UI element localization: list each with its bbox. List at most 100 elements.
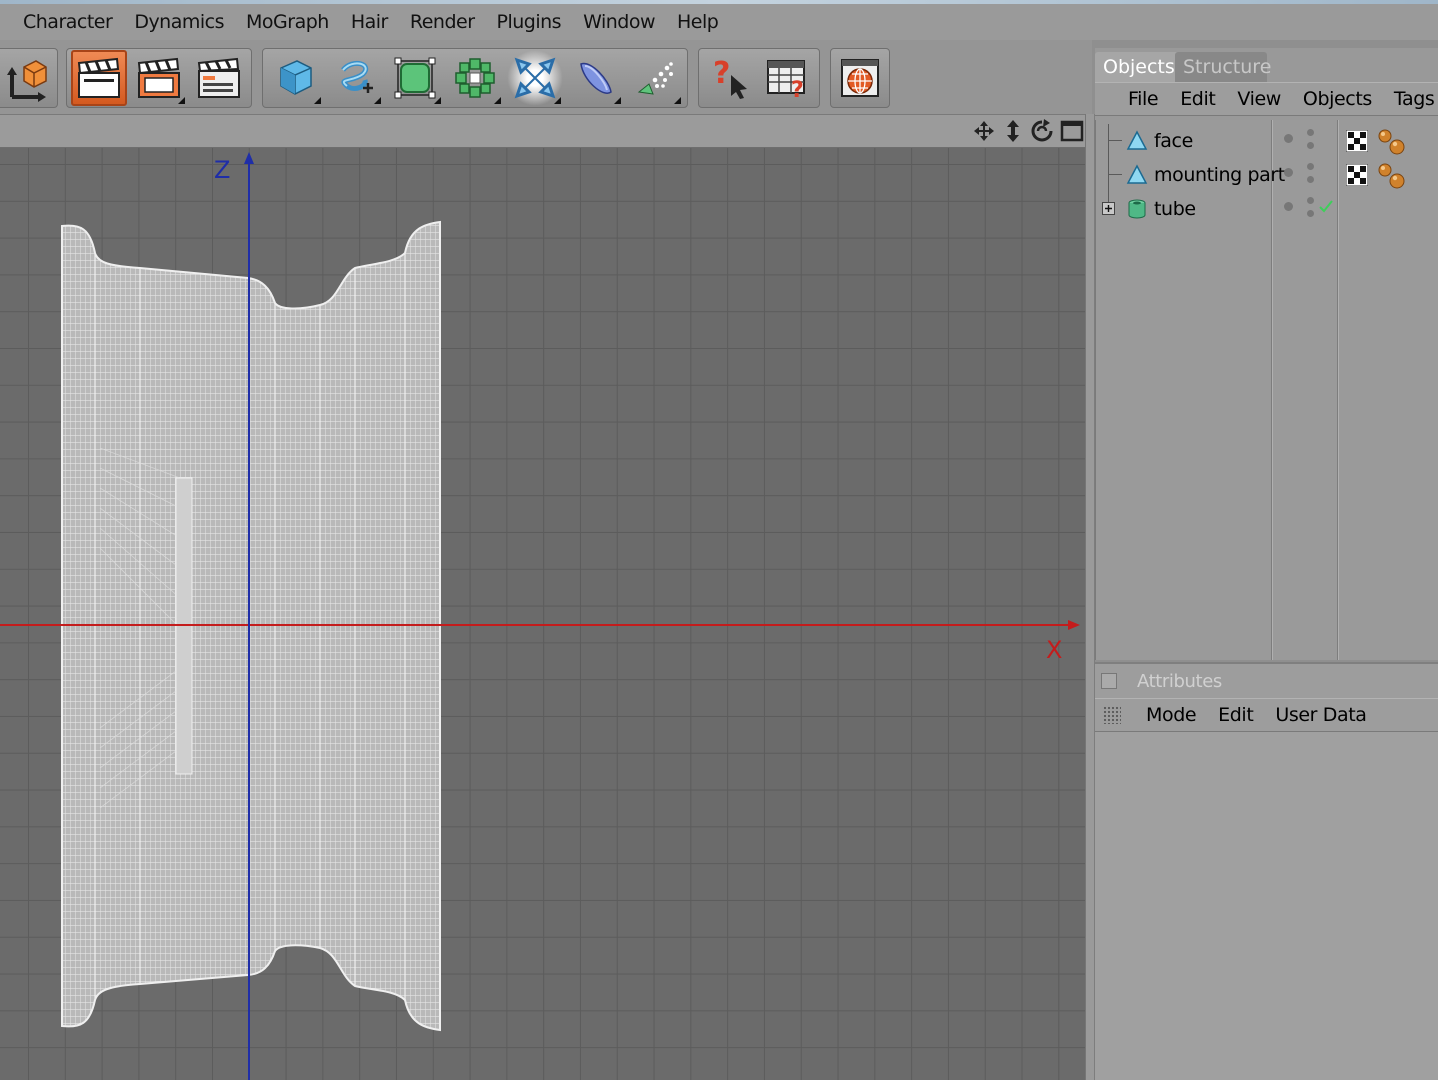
object-name[interactable]: tube [1154,198,1196,220]
main-menubar: Character Dynamics MoGraph Hair Render P… [0,4,1438,40]
render-visibility-dot[interactable] [1307,176,1314,183]
objects-menubar: File Edit View Objects Tags [1095,82,1438,116]
viewport-scene [0,152,1080,1080]
z-axis-label: Z [214,156,231,184]
render-visibility-dot[interactable] [1307,142,1314,149]
object-name[interactable]: face [1154,130,1193,152]
submenu-arrow-icon [434,97,441,104]
x-axis-arrow [1068,620,1080,630]
editor-visibility-dot[interactable] [1307,163,1314,170]
menu-plugins[interactable]: Plugins [486,11,573,33]
attributes-panel: Attributes Mode Edit User Data [1095,662,1438,1080]
subdivision-surface-button[interactable] [387,50,443,106]
material-tag-icon[interactable] [1346,130,1368,152]
menu-mograph[interactable]: MoGraph [235,11,340,33]
objects-menu-file[interactable]: File [1117,88,1169,110]
move-icon[interactable] [972,119,996,143]
menu-hair[interactable]: Hair [340,11,399,33]
object-row-face[interactable]: face [1096,124,1438,158]
editor-visibility-dot[interactable] [1284,202,1293,211]
tab-structure[interactable]: Structure [1175,52,1271,82]
render-visibility-dot[interactable] [1307,210,1314,217]
phong-tag-icon[interactable] [1376,128,1406,156]
wheel-rim-mesh [62,222,440,1030]
editor-visibility-dot[interactable] [1307,197,1314,204]
attributes-menu-edit[interactable]: Edit [1207,704,1264,726]
maximize-icon[interactable] [1060,119,1084,143]
spline-pen-icon [341,60,373,93]
objects-panel: Objects Structure File Edit View Objects… [1095,48,1438,660]
menu-window[interactable]: Window [572,11,666,33]
timeline-help-button[interactable]: ? [761,50,815,106]
subdivision-surface-icon [394,57,436,99]
editor-visibility-dot[interactable] [1284,168,1293,177]
tube-object-icon [1128,199,1146,219]
main-toolbar: ? ? [0,40,1092,114]
edit-render-settings-icon [197,57,240,98]
axis-button[interactable] [4,50,54,106]
expand-plus-icon[interactable] [1102,202,1115,215]
polygon-object-icon [1126,130,1148,150]
render-view-button[interactable] [71,50,127,106]
submenu-arrow-icon [554,97,561,104]
particle-emitter-icon [637,62,673,95]
svg-text:?: ? [713,56,730,91]
floor-icon [580,62,612,94]
submenu-arrow-icon [178,97,185,104]
attributes-lock-checkbox[interactable] [1101,673,1117,689]
toolbar-group-objects [262,48,688,108]
floor-button[interactable] [567,50,623,106]
deformer-button[interactable] [507,50,563,106]
attributes-title: Attributes [1137,670,1222,692]
objects-menu-tags[interactable]: Tags [1383,88,1438,110]
cube-button[interactable] [267,50,323,106]
cube-icon [280,60,312,95]
editor-visibility-dot[interactable] [1284,134,1293,143]
submenu-arrow-icon [314,97,321,104]
particle-emitter-button[interactable] [627,50,683,106]
attributes-menu-user-data[interactable]: User Data [1264,704,1377,726]
toolbar-group-help: ? ? [698,48,820,108]
attributes-menu-mode[interactable]: Mode [1135,704,1207,726]
array-button[interactable] [447,50,503,106]
render-picture-viewer-icon [137,57,180,98]
z-axis-arrow [244,152,254,164]
svg-text:?: ? [791,78,804,101]
material-tag-icon[interactable] [1346,164,1368,186]
render-view-icon [77,57,120,98]
attributes-menubar: Mode Edit User Data [1095,698,1438,732]
deformer-icon [514,57,556,99]
menu-render[interactable]: Render [399,11,486,33]
spline-pen-button[interactable] [327,50,383,106]
object-name[interactable]: mounting part [1154,164,1285,186]
editor-visibility-dot[interactable] [1307,129,1314,136]
edit-render-settings-button[interactable] [191,50,247,106]
object-row-tube[interactable]: tube [1096,192,1438,226]
help-pointer-button[interactable]: ? [703,50,757,106]
objects-menu-view[interactable]: View [1226,88,1292,110]
toolbar-group-web [830,48,890,108]
viewport-header [0,114,1088,148]
object-list: face mounting part tube [1095,120,1438,660]
object-row-mounting-part[interactable]: mounting part [1096,158,1438,192]
zoom-icon[interactable] [1001,119,1025,143]
menu-dynamics[interactable]: Dynamics [123,11,235,33]
objects-menu-objects[interactable]: Objects [1292,88,1383,110]
menu-help[interactable]: Help [666,11,729,33]
submenu-arrow-icon [494,97,501,104]
menu-character[interactable]: Character [12,11,123,33]
checkmark-icon[interactable] [1318,198,1334,214]
objects-menu-edit[interactable]: Edit [1169,88,1226,110]
panel-grip-icon[interactable] [1103,706,1121,724]
toolbar-group-axis [0,48,58,108]
tab-objects[interactable]: Objects [1095,52,1183,82]
3d-viewport[interactable]: Z X [0,148,1085,1080]
phong-tag-icon[interactable] [1376,162,1406,190]
web-button[interactable] [835,50,885,106]
timeline-help-icon: ? [767,60,805,101]
panel-splitter[interactable] [1085,114,1095,1080]
rotate-icon[interactable] [1030,119,1054,143]
toolbar-group-render [66,48,252,108]
help-pointer-icon: ? [713,56,747,99]
render-picture-viewer-button[interactable] [131,50,187,106]
